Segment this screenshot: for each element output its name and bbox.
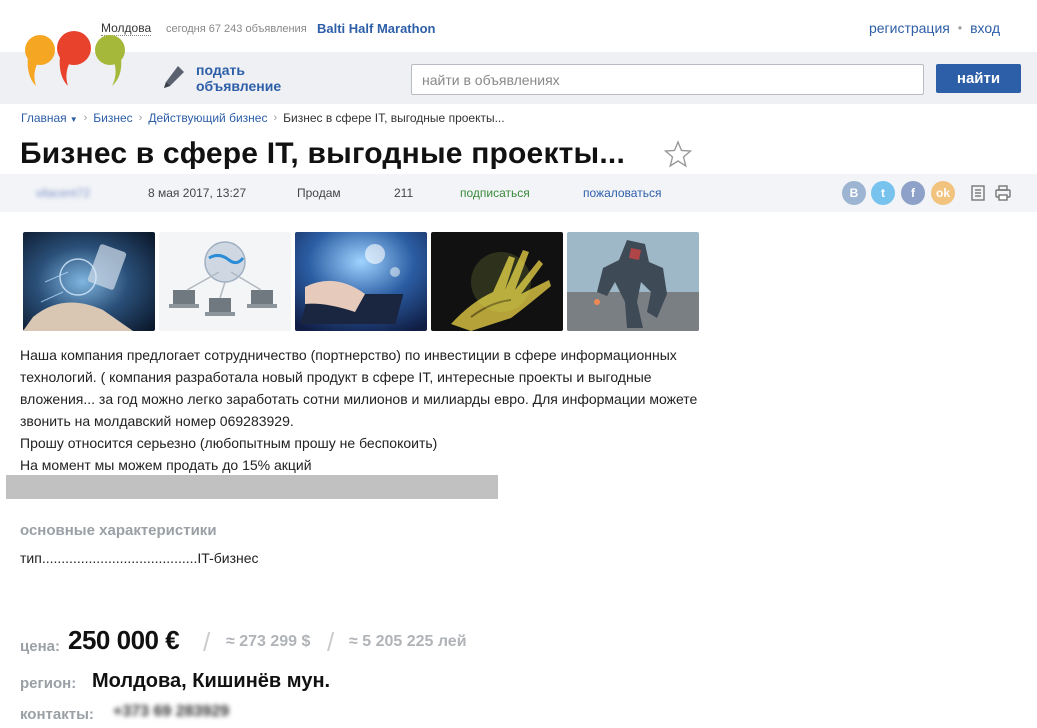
login-link[interactable]: вход — [970, 20, 1000, 36]
characteristic-value: IT-бизнес — [197, 550, 259, 566]
region-label: регион: — [20, 675, 77, 692]
post-ad-button[interactable]: подать объявление — [162, 62, 296, 94]
breadcrumb: Главная ▼ › Бизнес › Действующий бизнес ›… — [21, 111, 505, 125]
redacted-bar — [6, 475, 498, 499]
breadcrumb-business[interactable]: Бизнес — [93, 111, 132, 125]
twitter-share-icon[interactable]: t — [871, 181, 895, 205]
search-input[interactable] — [411, 64, 924, 95]
price-value: 250 000 € — [68, 625, 180, 655]
breadcrumb-active-business[interactable]: Действующий бизнес — [148, 111, 267, 125]
report-link[interactable]: пожаловаться — [583, 186, 661, 200]
post-date: 8 мая 2017, 13:27 — [148, 186, 247, 200]
description-line: Наша компания предлогает сотрудничество … — [20, 347, 677, 363]
bookmark-page-icon[interactable] — [969, 184, 987, 202]
characteristic-row: тип ....................................… — [20, 550, 259, 566]
breadcrumb-home-label: Главная — [21, 111, 67, 125]
ad-description: Наша компания предлогает сотрудничество … — [20, 344, 760, 476]
characteristic-label: тип — [20, 550, 42, 566]
ad-photo-3[interactable] — [295, 232, 427, 331]
register-link[interactable]: регистрация — [869, 20, 950, 36]
print-icon[interactable] — [994, 184, 1012, 202]
ad-type: Продам — [297, 186, 341, 200]
chevron-right-icon: › — [273, 112, 278, 124]
ad-photo-5[interactable] — [567, 232, 699, 331]
ad-photo-2[interactable] — [159, 232, 291, 331]
ads-count: сегодня 67 243 объявления — [166, 23, 307, 35]
description-line: На момент мы можем продать до 15% акций — [20, 457, 312, 473]
description-line: звонить на молдавский номер 069283929. — [20, 413, 294, 429]
chevron-right-icon: › — [83, 112, 88, 124]
breadcrumb-current: Бизнес в сфере IT, выгодные проекты... — [283, 111, 505, 125]
description-line: Прошу относится серьезно (любопытным про… — [20, 435, 438, 451]
vk-share-icon[interactable]: В — [842, 181, 866, 205]
auth-links: регистрация • вход — [869, 20, 1000, 36]
favorite-star-icon[interactable] — [664, 140, 692, 168]
breadcrumb-home[interactable]: Главная ▼ — [21, 111, 78, 125]
characteristics-title: основные характеристики — [20, 522, 217, 539]
price-label: цена: — [20, 638, 60, 655]
characteristic-dots: ........................................ — [41, 550, 198, 566]
contacts-label: контакты: — [20, 706, 94, 723]
caret-down-icon: ▼ — [69, 115, 78, 124]
logo-quote-orange — [25, 35, 55, 86]
site-logo[interactable] — [24, 30, 128, 88]
subscribe-link[interactable]: подписаться — [460, 186, 530, 200]
search-button[interactable]: найти — [936, 64, 1021, 93]
chevron-right-icon: › — [138, 112, 143, 124]
promo-link[interactable]: Balti Half Marathon — [317, 21, 435, 36]
price-lei: ≈ 5 205 225 лей — [349, 633, 467, 650]
price-divider: / — [327, 627, 335, 657]
ad-photo-4[interactable] — [431, 232, 563, 331]
facebook-share-icon[interactable]: f — [901, 181, 925, 205]
view-count: 211 — [394, 186, 414, 200]
ad-photo-1[interactable] — [23, 232, 155, 331]
top-bar: Молдова сегодня 67 243 объявления Balti … — [0, 0, 1037, 50]
description-line: технологий. ( компания разработала новый… — [20, 369, 652, 385]
price-usd: ≈ 273 299 $ — [226, 633, 311, 650]
logo-quote-green — [95, 35, 125, 86]
separator-dot: • — [957, 21, 963, 35]
page-title: Бизнес в сфере IT, выгодные проекты... — [20, 137, 625, 170]
price-divider: / — [203, 627, 211, 657]
post-ad-label: подать объявление — [196, 62, 282, 94]
pencil-icon — [164, 66, 184, 88]
odnoklassniki-share-icon[interactable]: ok — [931, 181, 955, 205]
logo-quote-red — [57, 31, 91, 86]
region-value: Молдова, Кишинёв мун. — [92, 670, 331, 692]
description-line: вложения... за год можно легко заработат… — [20, 391, 698, 407]
contact-phone[interactable]: +373 69 283929 — [113, 703, 229, 721]
author-link[interactable]: vilacent72 — [36, 186, 90, 200]
